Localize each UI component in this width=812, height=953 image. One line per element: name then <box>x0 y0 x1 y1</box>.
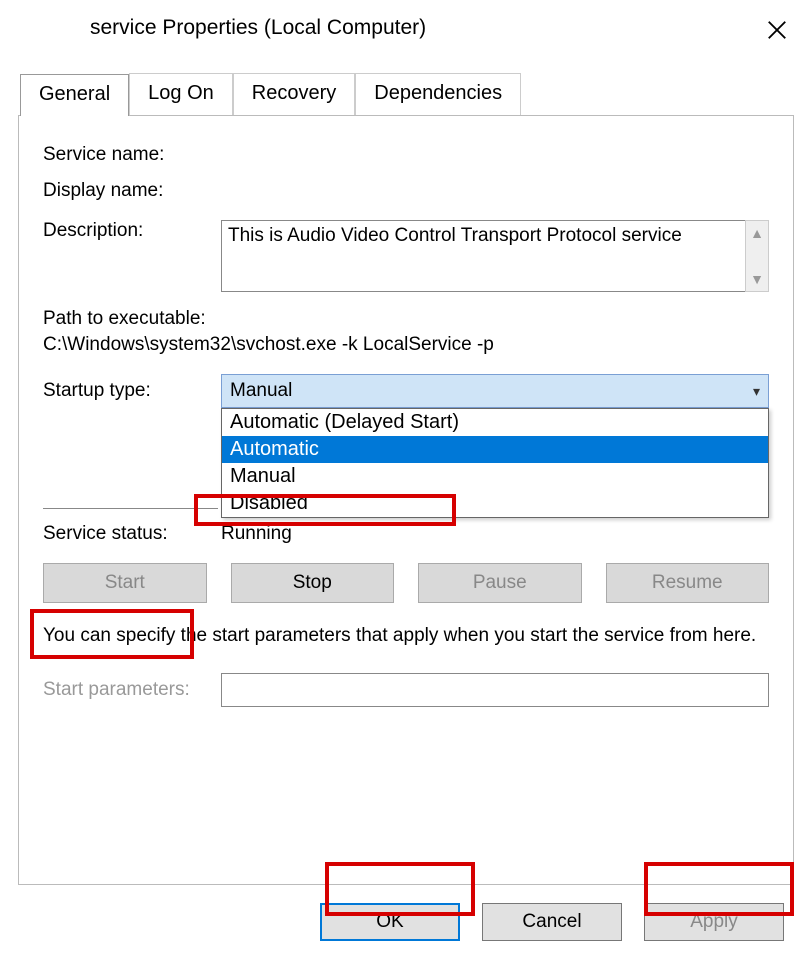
path-value: C:\Windows\system32\svchost.exe -k Local… <box>43 334 769 356</box>
option-manual[interactable]: Manual <box>222 463 768 490</box>
apply-button[interactable]: Apply <box>644 903 784 941</box>
window-title: service Properties (Local Computer) <box>90 16 426 40</box>
resume-button[interactable]: Resume <box>606 563 770 603</box>
ok-button[interactable]: OK <box>320 903 460 941</box>
divider <box>43 508 218 509</box>
service-control-buttons: Start Stop Pause Resume <box>43 563 769 603</box>
scroll-up-icon: ▲ <box>750 225 764 241</box>
pause-button[interactable]: Pause <box>418 563 582 603</box>
start-parameters-label: Start parameters: <box>43 679 221 701</box>
tabs-bar: General Log On Recovery Dependencies <box>20 73 812 115</box>
scroll-down-icon: ▼ <box>750 271 764 287</box>
close-button[interactable] <box>757 12 797 47</box>
option-automatic-delayed[interactable]: Automatic (Delayed Start) <box>222 409 768 436</box>
path-label: Path to executable: <box>43 308 769 330</box>
help-text: You can specify the start parameters tha… <box>43 623 769 649</box>
tab-dependencies[interactable]: Dependencies <box>355 73 521 115</box>
description-label: Description: <box>43 220 221 242</box>
general-panel: Service name: Display name: Description:… <box>18 115 794 885</box>
chevron-down-icon: ▾ <box>753 383 760 400</box>
startup-type-dropdown: Automatic (Delayed Start) Automatic Manu… <box>221 408 769 518</box>
start-parameters-input[interactable] <box>221 673 769 707</box>
description-text: This is Audio Video Control Transport Pr… <box>221 220 745 292</box>
tab-general[interactable]: General <box>20 74 129 116</box>
close-icon <box>766 19 788 41</box>
startup-type-value: Manual <box>230 380 292 402</box>
start-button[interactable]: Start <box>43 563 207 603</box>
option-disabled[interactable]: Disabled <box>222 490 768 517</box>
service-properties-dialog: service Properties (Local Computer) Gene… <box>0 0 812 936</box>
startup-type-select[interactable]: Manual ▾ <box>221 374 769 408</box>
service-status-value: Running <box>221 523 292 545</box>
description-scrollbar[interactable]: ▲ ▼ <box>745 220 769 292</box>
startup-type-label: Startup type: <box>43 380 221 402</box>
option-automatic[interactable]: Automatic <box>222 436 768 463</box>
cancel-button[interactable]: Cancel <box>482 903 622 941</box>
titlebar: service Properties (Local Computer) <box>0 0 812 55</box>
service-name-label: Service name: <box>43 144 221 166</box>
service-status-label: Service status: <box>43 523 221 545</box>
tab-log-on[interactable]: Log On <box>129 73 233 115</box>
dialog-buttons: OK Cancel Apply <box>0 903 812 953</box>
display-name-label: Display name: <box>43 180 221 202</box>
stop-button[interactable]: Stop <box>231 563 395 603</box>
tab-recovery[interactable]: Recovery <box>233 73 355 115</box>
